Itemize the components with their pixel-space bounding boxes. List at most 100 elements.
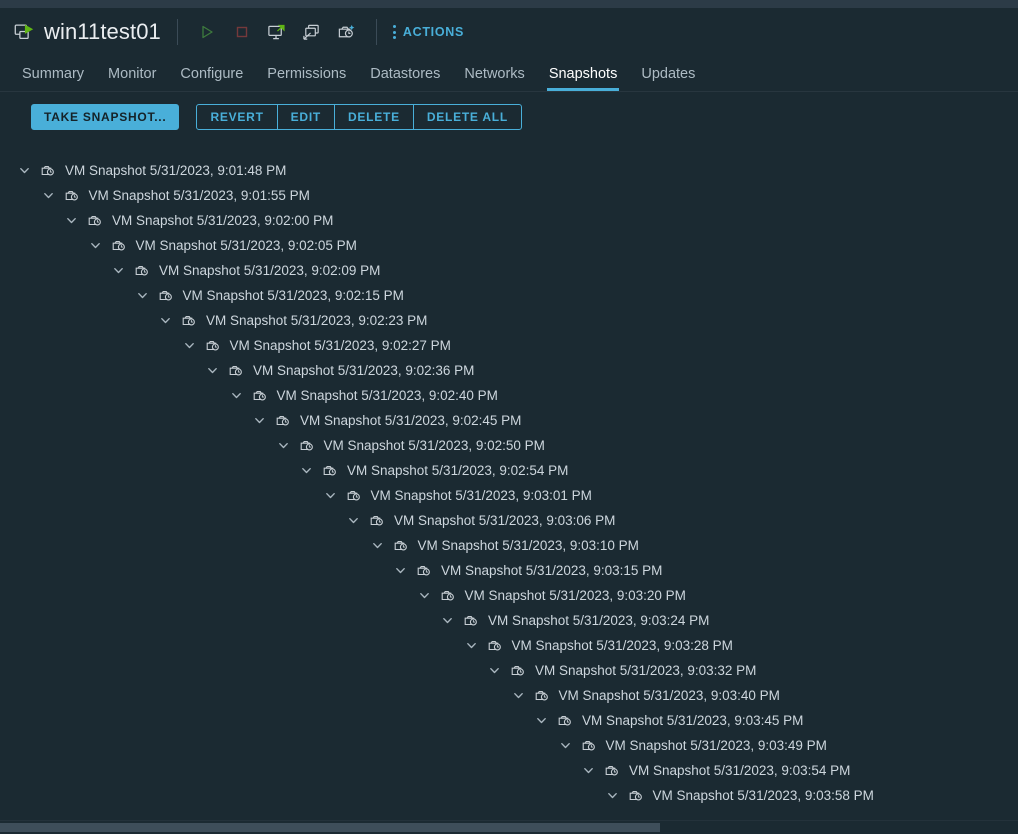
expand-collapse-toggle[interactable] <box>439 612 456 629</box>
migrate-button[interactable] <box>299 19 325 45</box>
expand-collapse-toggle[interactable] <box>533 712 550 729</box>
take-snapshot-button[interactable]: TAKE SNAPSHOT... <box>31 104 180 130</box>
tab-monitor[interactable]: Monitor <box>96 56 168 91</box>
snapshot-tree-row[interactable]: VM Snapshot 5/31/2023, 9:02:27 PM <box>0 333 1018 358</box>
expand-collapse-toggle[interactable] <box>87 237 104 254</box>
tab-configure[interactable]: Configure <box>168 56 255 91</box>
snapshot-tree-row[interactable]: VM Snapshot 5/31/2023, 9:03:58 PM <box>0 783 1018 808</box>
snapshot-tree-row[interactable]: VM Snapshot 5/31/2023, 9:02:54 PM <box>0 458 1018 483</box>
expand-collapse-toggle[interactable] <box>345 512 362 529</box>
snapshot-tree-row[interactable]: VM Snapshot 5/31/2023, 9:02:15 PM <box>0 283 1018 308</box>
snapshot-label[interactable]: VM Snapshot 5/31/2023, 9:03:32 PM <box>535 664 756 678</box>
snapshot-tree-row[interactable]: VM Snapshot 5/31/2023, 9:03:54 PM <box>0 758 1018 783</box>
expand-collapse-toggle[interactable] <box>369 537 386 554</box>
snapshot-tree-row[interactable]: VM Snapshot 5/31/2023, 9:03:06 PM <box>0 508 1018 533</box>
snapshot-label[interactable]: VM Snapshot 5/31/2023, 9:02:15 PM <box>183 289 404 303</box>
snapshot-tree-row[interactable]: VM Snapshot 5/31/2023, 9:03:24 PM <box>0 608 1018 633</box>
snapshot-label[interactable]: VM Snapshot 5/31/2023, 9:02:36 PM <box>253 364 474 378</box>
snapshot-tree-row[interactable]: VM Snapshot 5/31/2023, 9:03:10 PM <box>0 533 1018 558</box>
snapshot-label[interactable]: VM Snapshot 5/31/2023, 9:03:28 PM <box>512 639 733 653</box>
power-off-button[interactable] <box>229 19 255 45</box>
expand-collapse-toggle[interactable] <box>251 412 268 429</box>
snapshot-label[interactable]: VM Snapshot 5/31/2023, 9:03:24 PM <box>488 614 709 628</box>
horizontal-scrollbar[interactable] <box>0 820 1018 834</box>
expand-collapse-toggle[interactable] <box>322 487 339 504</box>
snapshot-tree-row[interactable]: VM Snapshot 5/31/2023, 9:03:15 PM <box>0 558 1018 583</box>
delete-button[interactable]: DELETE <box>335 105 414 129</box>
snapshot-label[interactable]: VM Snapshot 5/31/2023, 9:03:58 PM <box>653 789 874 803</box>
delete-all-button[interactable]: DELETE ALL <box>414 105 521 129</box>
tab-datastores[interactable]: Datastores <box>358 56 452 91</box>
snapshot-label[interactable]: VM Snapshot 5/31/2023, 9:02:00 PM <box>112 214 333 228</box>
expand-collapse-toggle[interactable] <box>16 162 33 179</box>
snapshot-tree-row[interactable]: VM Snapshot 5/31/2023, 9:02:40 PM <box>0 383 1018 408</box>
take-snapshot-toolbar-button[interactable] <box>334 19 360 45</box>
snapshot-tree-row[interactable]: VM Snapshot 5/31/2023, 9:02:50 PM <box>0 433 1018 458</box>
expand-collapse-toggle[interactable] <box>416 587 433 604</box>
snapshot-label[interactable]: VM Snapshot 5/31/2023, 9:03:06 PM <box>394 514 615 528</box>
snapshot-label[interactable]: VM Snapshot 5/31/2023, 9:02:40 PM <box>277 389 498 403</box>
snapshot-label[interactable]: VM Snapshot 5/31/2023, 9:03:15 PM <box>441 564 662 578</box>
snapshot-tree-row[interactable]: VM Snapshot 5/31/2023, 9:01:55 PM <box>0 183 1018 208</box>
snapshot-tree-row[interactable]: VM Snapshot 5/31/2023, 9:03:49 PM <box>0 733 1018 758</box>
snapshot-tree-row[interactable]: VM Snapshot 5/31/2023, 9:03:01 PM <box>0 483 1018 508</box>
snapshot-tree-row[interactable]: VM Snapshot 5/31/2023, 9:03:40 PM <box>0 683 1018 708</box>
expand-collapse-toggle[interactable] <box>486 662 503 679</box>
expand-collapse-toggle[interactable] <box>510 687 527 704</box>
snapshot-tree-row[interactable]: VM Snapshot 5/31/2023, 9:02:00 PM <box>0 208 1018 233</box>
snapshot-label[interactable]: VM Snapshot 5/31/2023, 9:03:10 PM <box>418 539 639 553</box>
snapshot-tree-row[interactable]: VM Snapshot 5/31/2023, 9:03:45 PM <box>0 708 1018 733</box>
snapshot-label[interactable]: VM Snapshot 5/31/2023, 9:03:01 PM <box>371 489 592 503</box>
snapshot-tree-row[interactable]: VM Snapshot 5/31/2023, 9:03:28 PM <box>0 633 1018 658</box>
expand-collapse-toggle[interactable] <box>134 287 151 304</box>
snapshot-label[interactable]: VM Snapshot 5/31/2023, 9:02:50 PM <box>324 439 545 453</box>
snapshot-tree-row[interactable]: VM Snapshot 5/31/2023, 9:02:36 PM <box>0 358 1018 383</box>
expand-collapse-toggle[interactable] <box>157 312 174 329</box>
snapshot-label[interactable]: VM Snapshot 5/31/2023, 9:02:27 PM <box>230 339 451 353</box>
snapshot-label[interactable]: VM Snapshot 5/31/2023, 9:03:49 PM <box>606 739 827 753</box>
snapshot-tree-row[interactable]: VM Snapshot 5/31/2023, 9:02:23 PM <box>0 308 1018 333</box>
tab-networks[interactable]: Networks <box>452 56 536 91</box>
expand-collapse-toggle[interactable] <box>63 212 80 229</box>
snapshot-tree-row[interactable]: VM Snapshot 5/31/2023, 9:01:48 PM <box>0 158 1018 183</box>
snapshot-label[interactable]: VM Snapshot 5/31/2023, 9:03:40 PM <box>559 689 780 703</box>
expand-collapse-toggle[interactable] <box>228 387 245 404</box>
edit-button[interactable]: EDIT <box>278 105 335 129</box>
expand-collapse-toggle[interactable] <box>604 787 621 804</box>
snapshot-tree-row[interactable]: VM Snapshot 5/31/2023, 9:02:45 PM <box>0 408 1018 433</box>
expand-collapse-toggle[interactable] <box>580 762 597 779</box>
snapshot-tree-row[interactable]: VM Snapshot 5/31/2023, 9:02:05 PM <box>0 233 1018 258</box>
expand-collapse-toggle[interactable] <box>392 562 409 579</box>
actions-menu-button[interactable]: ACTIONS <box>392 25 464 39</box>
expand-collapse-toggle[interactable] <box>557 737 574 754</box>
expand-collapse-toggle[interactable] <box>275 437 292 454</box>
snapshot-tree-row[interactable]: VM Snapshot 5/31/2023, 9:02:09 PM <box>0 258 1018 283</box>
snapshot-label[interactable]: VM Snapshot 5/31/2023, 9:02:23 PM <box>206 314 427 328</box>
snapshot-label[interactable]: VM Snapshot 5/31/2023, 9:01:55 PM <box>89 189 310 203</box>
power-on-button[interactable] <box>194 19 220 45</box>
snapshot-label[interactable]: VM Snapshot 5/31/2023, 9:02:09 PM <box>159 264 380 278</box>
snapshot-tree-row[interactable]: VM Snapshot 5/31/2023, 9:03:20 PM <box>0 583 1018 608</box>
expand-collapse-toggle[interactable] <box>204 362 221 379</box>
snapshot-label[interactable]: VM Snapshot 5/31/2023, 9:02:45 PM <box>300 414 521 428</box>
launch-web-console-button[interactable] <box>264 19 290 45</box>
expand-collapse-toggle[interactable] <box>110 262 127 279</box>
snapshot-tree-row[interactable]: VM Snapshot 5/31/2023, 9:03:32 PM <box>0 658 1018 683</box>
revert-button[interactable]: REVERT <box>197 105 278 129</box>
expand-collapse-toggle[interactable] <box>298 462 315 479</box>
snapshot-label[interactable]: VM Snapshot 5/31/2023, 9:03:45 PM <box>582 714 803 728</box>
tab-summary[interactable]: Summary <box>10 56 96 91</box>
tab-updates[interactable]: Updates <box>629 56 707 91</box>
snapshot-label[interactable]: VM Snapshot 5/31/2023, 9:03:20 PM <box>465 589 686 603</box>
expand-collapse-toggle[interactable] <box>40 187 57 204</box>
snapshot-label[interactable]: VM Snapshot 5/31/2023, 9:01:48 PM <box>65 164 286 178</box>
horizontal-scrollbar-thumb[interactable] <box>0 823 660 832</box>
expand-collapse-toggle[interactable] <box>463 637 480 654</box>
snapshot-label[interactable]: VM Snapshot 5/31/2023, 9:03:54 PM <box>629 764 850 778</box>
snapshot-label[interactable]: VM Snapshot 5/31/2023, 9:02:54 PM <box>347 464 568 478</box>
snapshot-tree[interactable]: VM Snapshot 5/31/2023, 9:01:48 PM VM Snap… <box>0 158 1018 818</box>
tab-permissions[interactable]: Permissions <box>255 56 358 91</box>
snapshot-label[interactable]: VM Snapshot 5/31/2023, 9:02:05 PM <box>136 239 357 253</box>
expand-collapse-toggle[interactable] <box>181 337 198 354</box>
tab-snapshots[interactable]: Snapshots <box>537 56 630 91</box>
